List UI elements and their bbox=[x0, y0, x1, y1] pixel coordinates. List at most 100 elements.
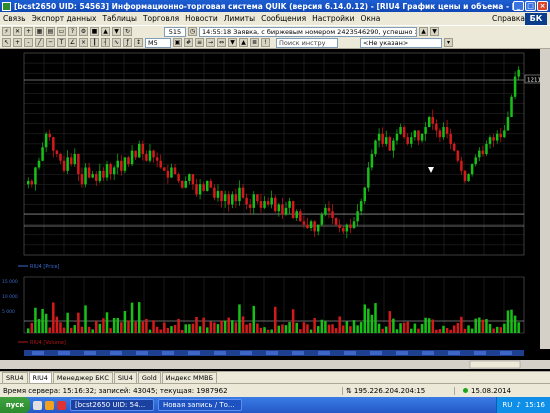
find-icon[interactable]: ? bbox=[68, 27, 77, 36]
sell-icon[interactable]: ▼ bbox=[112, 27, 121, 36]
volume-bar bbox=[184, 324, 188, 333]
menu-connection[interactable]: Связь bbox=[0, 14, 29, 23]
stop-icon[interactable]: ■ bbox=[90, 27, 99, 36]
volume-bar bbox=[137, 302, 141, 333]
candle-body bbox=[245, 197, 248, 205]
candles-icon[interactable]: ┃ bbox=[90, 38, 99, 47]
taskbar-item-quik[interactable]: [bcst2650 UID: 54... bbox=[70, 399, 154, 411]
disconnect-icon[interactable]: ✕ bbox=[13, 27, 22, 36]
volume-bar bbox=[413, 323, 417, 333]
taskbar: пуск [bcst2650 UID: 54... Новая запись /… bbox=[0, 397, 550, 413]
candle-body bbox=[184, 180, 188, 188]
candle-body bbox=[331, 211, 334, 218]
scroll-up-icon[interactable]: ▲ bbox=[419, 27, 428, 36]
time-axis-tick bbox=[136, 351, 148, 355]
load-template-icon[interactable]: ▲ bbox=[239, 38, 248, 47]
zoom-out-icon[interactable]: - bbox=[24, 38, 33, 47]
tab-siu4[interactable]: SIU4 bbox=[113, 372, 137, 383]
menu-export[interactable]: Экспорт данных bbox=[29, 14, 100, 23]
trend-tool-icon[interactable]: ∠ bbox=[68, 38, 77, 47]
candle-body bbox=[291, 201, 295, 218]
chart-icon[interactable]: ▤ bbox=[46, 27, 55, 36]
maximize-icon[interactable]: □ bbox=[525, 1, 536, 11]
menu-tables[interactable]: Таблицы bbox=[99, 14, 140, 23]
add-chart-icon[interactable]: ▣ bbox=[173, 38, 182, 47]
account-select[interactable]: <Не указан> bbox=[360, 37, 442, 48]
volume-bar bbox=[62, 327, 66, 333]
tab-micex-index[interactable]: Индекс ММВБ bbox=[161, 372, 218, 383]
candle-body bbox=[277, 204, 281, 212]
fit-icon[interactable]: ⇔ bbox=[217, 38, 226, 47]
volume-bar bbox=[112, 317, 116, 333]
order-book-icon[interactable]: ≣ bbox=[250, 38, 259, 47]
scale-icon[interactable]: ↕ bbox=[134, 38, 143, 47]
legend-icon[interactable]: ≡ bbox=[195, 38, 204, 47]
save-template-icon[interactable]: ▼ bbox=[228, 38, 237, 47]
line-chart-icon[interactable]: ∿ bbox=[112, 38, 121, 47]
refresh-icon[interactable]: ↻ bbox=[123, 27, 132, 36]
volume-bar bbox=[69, 327, 73, 333]
candle-body bbox=[141, 143, 145, 154]
delete-tool-icon[interactable]: × bbox=[79, 38, 88, 47]
tab-sru4[interactable]: SRU4 bbox=[2, 372, 28, 383]
volume-bar bbox=[259, 327, 263, 333]
volume-bar bbox=[177, 318, 180, 333]
new-order-icon[interactable]: + bbox=[24, 27, 33, 36]
print-icon[interactable]: ▭ bbox=[57, 27, 66, 36]
scroll-down-icon[interactable]: ▼ bbox=[430, 27, 439, 36]
indicator-icon[interactable]: ƒ bbox=[123, 38, 132, 47]
taskbar-item-browser[interactable]: Новая запись / То... bbox=[158, 399, 242, 411]
table-icon[interactable]: ▦ bbox=[35, 27, 44, 36]
volume-bar bbox=[73, 325, 77, 333]
tab-bks-manager[interactable]: Менеджер БКС bbox=[52, 372, 113, 383]
language-indicator[interactable]: RU bbox=[502, 401, 512, 409]
volume-bar bbox=[95, 320, 98, 333]
autoscroll-icon[interactable]: → bbox=[206, 38, 215, 47]
alerts-icon[interactable]: ! bbox=[261, 38, 270, 47]
tray-sound-icon[interactable]: ♪ bbox=[516, 401, 520, 409]
close-icon[interactable]: × bbox=[537, 1, 548, 11]
quick-launch-browser-icon[interactable] bbox=[45, 400, 54, 410]
quick-launch-ie-icon[interactable] bbox=[33, 400, 42, 410]
candle-body bbox=[495, 133, 499, 141]
cursor-icon[interactable]: ↖ bbox=[2, 38, 11, 47]
interval-select[interactable]: M5 bbox=[145, 37, 171, 48]
connect-icon[interactable]: ⚡ bbox=[2, 27, 11, 36]
candle-body bbox=[306, 224, 309, 229]
grid-icon[interactable]: # bbox=[184, 38, 193, 47]
minimize-icon[interactable]: _ bbox=[513, 1, 524, 11]
settings-icon[interactable]: ⚙ bbox=[79, 27, 88, 36]
volume-bar bbox=[102, 318, 105, 333]
candle-body bbox=[188, 174, 191, 181]
menu-limits[interactable]: Лимиты bbox=[221, 14, 258, 23]
quick-launch-opera-icon[interactable] bbox=[57, 400, 66, 410]
zoom-in-icon[interactable]: + bbox=[13, 38, 22, 47]
volume-bar bbox=[27, 328, 30, 333]
volume-bar bbox=[435, 329, 438, 333]
quantity-field[interactable]: 515 bbox=[164, 26, 186, 37]
candle-body bbox=[44, 133, 48, 148]
price-volume-chart[interactable]: 121190RIU4 [Price]RIU4 [Volume]15 00010 … bbox=[0, 49, 550, 371]
tab-riu4[interactable]: RIU4 bbox=[28, 372, 52, 383]
start-button[interactable]: пуск bbox=[0, 397, 30, 413]
candle-body bbox=[517, 69, 520, 77]
message-line[interactable]: 14:55:18 Заявка, с биржевым номером 2423… bbox=[199, 26, 417, 37]
dropdown-icon[interactable]: ▾ bbox=[444, 38, 453, 47]
volume-bar bbox=[438, 329, 442, 333]
menu-messages[interactable]: Сообщения bbox=[258, 14, 309, 23]
hline-tool-icon[interactable]: ─ bbox=[46, 38, 55, 47]
menu-windows[interactable]: Окна bbox=[357, 14, 383, 23]
time-axis-tick bbox=[240, 351, 252, 355]
candle-body bbox=[205, 180, 209, 192]
menu-settings[interactable]: Настройки bbox=[309, 14, 357, 23]
line-tool-icon[interactable]: ╱ bbox=[35, 38, 44, 47]
tab-gold[interactable]: Gold bbox=[137, 372, 161, 383]
candle-body bbox=[231, 194, 234, 205]
buy-icon[interactable]: ▲ bbox=[101, 27, 110, 36]
bars-icon[interactable]: ┤ bbox=[101, 38, 110, 47]
text-tool-icon[interactable]: T bbox=[57, 38, 66, 47]
candle-body bbox=[513, 76, 517, 97]
instrument-search[interactable]: Поиск инстру bbox=[276, 37, 338, 48]
menu-news[interactable]: Новости bbox=[182, 14, 221, 23]
menu-trading[interactable]: Торговля bbox=[140, 14, 182, 23]
